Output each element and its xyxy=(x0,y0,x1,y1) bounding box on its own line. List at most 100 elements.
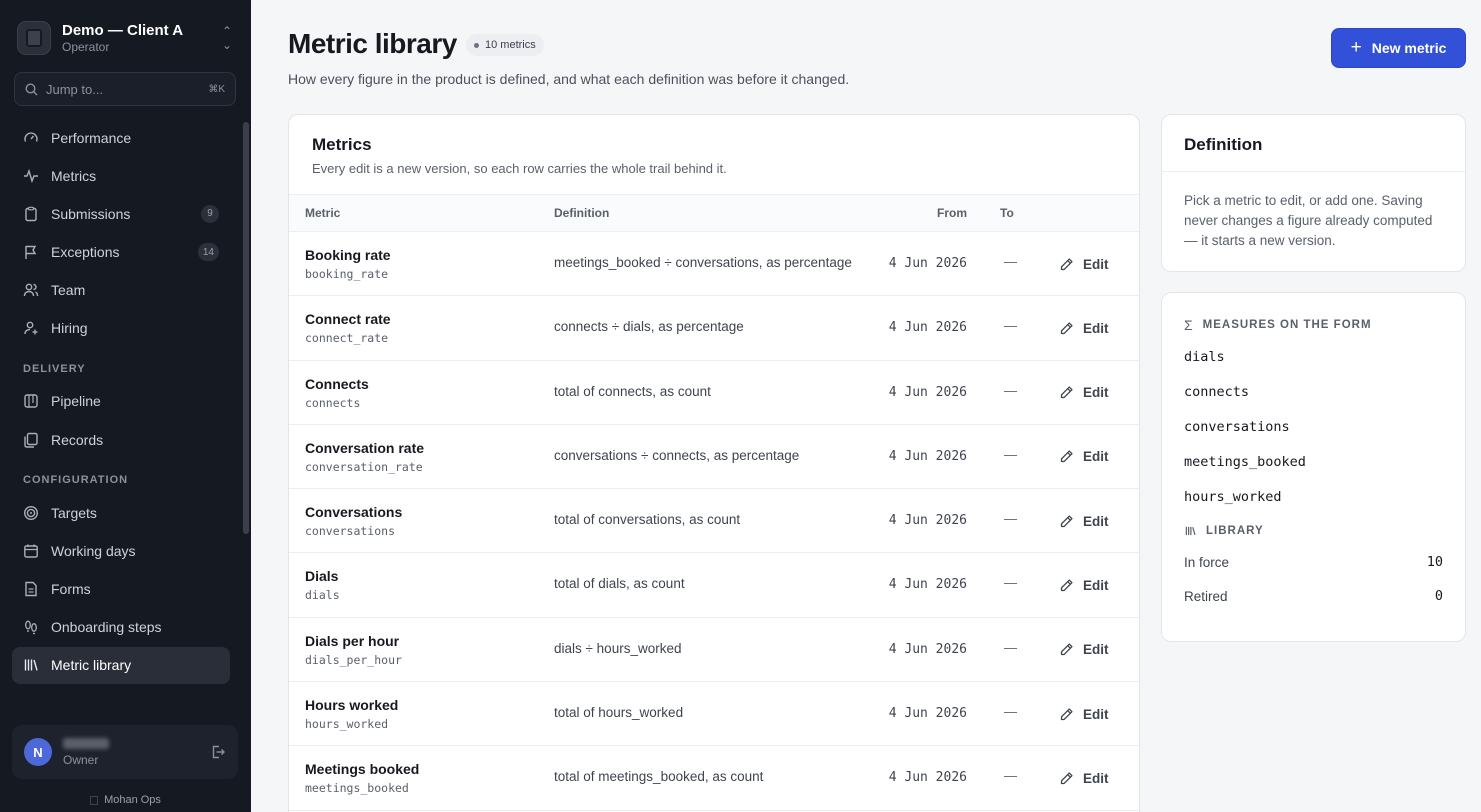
metric-definition: total of connects, as count xyxy=(554,383,711,399)
edit-label: Edit xyxy=(1083,642,1109,658)
edit-button[interactable]: Edit xyxy=(1059,445,1109,469)
metric-definition: dials ÷ hours_worked xyxy=(554,640,682,656)
table-row[interactable]: Connect rate connect_rate connects ÷ dials… xyxy=(289,296,1139,361)
edit-button[interactable]: Edit xyxy=(1059,702,1109,726)
column-header-definition: Definition xyxy=(554,206,610,220)
metric-from-date: 4 Jun 2026 xyxy=(888,320,967,336)
measure-item: connects xyxy=(1184,384,1250,400)
stat-label: Retired xyxy=(1184,588,1228,604)
sidebar-item-team[interactable]: Team xyxy=(12,272,230,309)
measure-item: conversations xyxy=(1184,419,1290,435)
pencil-icon xyxy=(1060,386,1073,399)
edit-button[interactable]: Edit xyxy=(1059,638,1109,662)
footer-brand-label: Mohan Ops xyxy=(104,794,161,806)
sidebar-item-exceptions[interactable]: Exceptions 14 xyxy=(12,234,230,271)
metric-definition: conversations ÷ connects, as percentage xyxy=(554,447,800,463)
flag-icon xyxy=(25,245,37,260)
target-icon xyxy=(23,505,39,520)
edit-label: Edit xyxy=(1083,385,1109,401)
footsteps-icon xyxy=(25,620,37,635)
sidebar-item-hiring[interactable]: Hiring xyxy=(12,310,230,347)
sidebar-item-forms[interactable]: Forms xyxy=(12,571,230,608)
metric-to-date: — xyxy=(1004,254,1017,269)
edit-label: Edit xyxy=(1083,449,1109,465)
metric-count-badge: 10 metrics xyxy=(466,34,544,56)
pencil-icon xyxy=(1060,579,1073,592)
summary-card: Σ MEASURES ON THE FORM dials connects conve… xyxy=(1161,292,1466,642)
records-icon xyxy=(24,432,38,448)
sidebar-item-pipeline[interactable]: Pipeline xyxy=(12,383,230,420)
user-plus-icon xyxy=(24,322,38,335)
stat-value: 0 xyxy=(1434,588,1443,604)
sidebar-item-working-days[interactable]: Working days xyxy=(12,532,230,569)
stat-label: In force xyxy=(1184,554,1230,570)
avatar: N xyxy=(24,738,52,766)
form-icon xyxy=(25,581,37,597)
metric-key: connect_rate xyxy=(305,331,389,346)
pencil-icon xyxy=(1060,707,1073,720)
clipboard-icon xyxy=(25,206,37,222)
edit-button[interactable]: Edit xyxy=(1059,381,1109,405)
metric-to-date: — xyxy=(1004,639,1017,655)
edit-button[interactable]: Edit xyxy=(1059,509,1109,533)
user-menu[interactable]: N Owner xyxy=(12,725,238,779)
sidebar-item-records[interactable]: Records xyxy=(12,421,230,458)
sidebar-item-submissions[interactable]: Submissions 9 xyxy=(12,195,230,232)
pencil-icon xyxy=(1060,772,1073,784)
column-header-from: From xyxy=(937,206,967,220)
table-row[interactable]: Dials dials total of dials, as count 4 Jun … xyxy=(289,553,1139,618)
table-row[interactable]: Connects connects total of connects, as co… xyxy=(289,361,1139,425)
table-row[interactable]: Conversations conversations total of conve… xyxy=(289,489,1139,554)
library-icon xyxy=(24,659,38,671)
sidebar-item-metric-library[interactable]: Metric library xyxy=(12,646,230,684)
metric-definition: meetings_booked ÷ conversations, as perc… xyxy=(554,255,852,270)
table-header: Metric Definition From To xyxy=(289,195,1139,232)
measures-list: dials connects conversations meetings_booke… xyxy=(1184,340,1443,515)
sidebar-item-metrics[interactable]: Metrics xyxy=(12,157,230,194)
sidebar-item-label: Forms xyxy=(51,581,91,597)
metric-count-label: 10 metrics xyxy=(485,39,536,51)
logout-icon[interactable] xyxy=(210,744,226,760)
search-input[interactable] xyxy=(46,81,209,97)
new-metric-button[interactable]: + New metric xyxy=(1331,28,1466,68)
metric-key: connects xyxy=(305,395,361,410)
edit-button[interactable]: Edit xyxy=(1059,766,1109,790)
jump-to-search[interactable]: ⌘K xyxy=(14,72,236,106)
pencil-icon xyxy=(1060,450,1073,463)
brand-icon xyxy=(90,795,99,805)
metric-key: dials_per_hour xyxy=(305,652,402,667)
pencil-icon xyxy=(1060,643,1073,656)
metric-definition: total of conversations, as count xyxy=(554,512,741,528)
edit-label: Edit xyxy=(1083,706,1109,722)
sidebar-item-targets[interactable]: Targets xyxy=(12,494,230,531)
edit-button[interactable]: Edit xyxy=(1059,573,1109,597)
new-metric-label: New metric xyxy=(1371,40,1447,56)
metric-from-date: 4 Jun 2026 xyxy=(888,577,967,593)
measure-item: hours_worked xyxy=(1184,489,1282,505)
sidebar-item-label: Onboarding steps xyxy=(51,619,162,636)
workspace-logo xyxy=(17,21,51,55)
metric-name: Booking rate xyxy=(305,247,391,263)
table-row[interactable]: Dials per hour dials_per_hour dials ÷ hour… xyxy=(289,618,1139,683)
workspace-switcher[interactable]: Demo — Client A Operator ⌃ ⌄ xyxy=(17,18,235,58)
table-row[interactable]: Conversation rate conversation_rate conver… xyxy=(289,425,1139,490)
user-name-redacted xyxy=(63,737,109,749)
metric-from-date: 4 Jun 2026 xyxy=(888,706,967,722)
metric-to-date: — xyxy=(1004,446,1017,462)
sidebar-scrollbar[interactable] xyxy=(243,122,249,534)
metric-key: conversation_rate xyxy=(305,459,423,474)
table-row[interactable]: Meetings booked meetings_booked total of m… xyxy=(289,746,1139,811)
edit-button[interactable]: Edit xyxy=(1059,316,1109,340)
sidebar-item-performance[interactable]: Performance xyxy=(12,119,230,156)
sidebar-item-label: Performance xyxy=(51,129,132,146)
table-row[interactable]: Hours worked hours_worked total of hours_w… xyxy=(289,682,1139,747)
sidebar-item-onboarding-steps[interactable]: Onboarding steps xyxy=(12,609,230,646)
metric-name: Dials xyxy=(305,568,339,585)
metric-from-date: 4 Jun 2026 xyxy=(888,448,967,464)
metric-definition: total of meetings_booked, as count xyxy=(554,769,764,785)
metric-name: Connect rate xyxy=(305,311,391,328)
library-stats: In force 10 Retired 0 xyxy=(1184,545,1443,613)
edit-button[interactable]: Edit xyxy=(1059,252,1109,276)
edit-label: Edit xyxy=(1083,256,1109,272)
table-row[interactable]: Booking rate booking_rate meetings_booked … xyxy=(289,232,1139,297)
